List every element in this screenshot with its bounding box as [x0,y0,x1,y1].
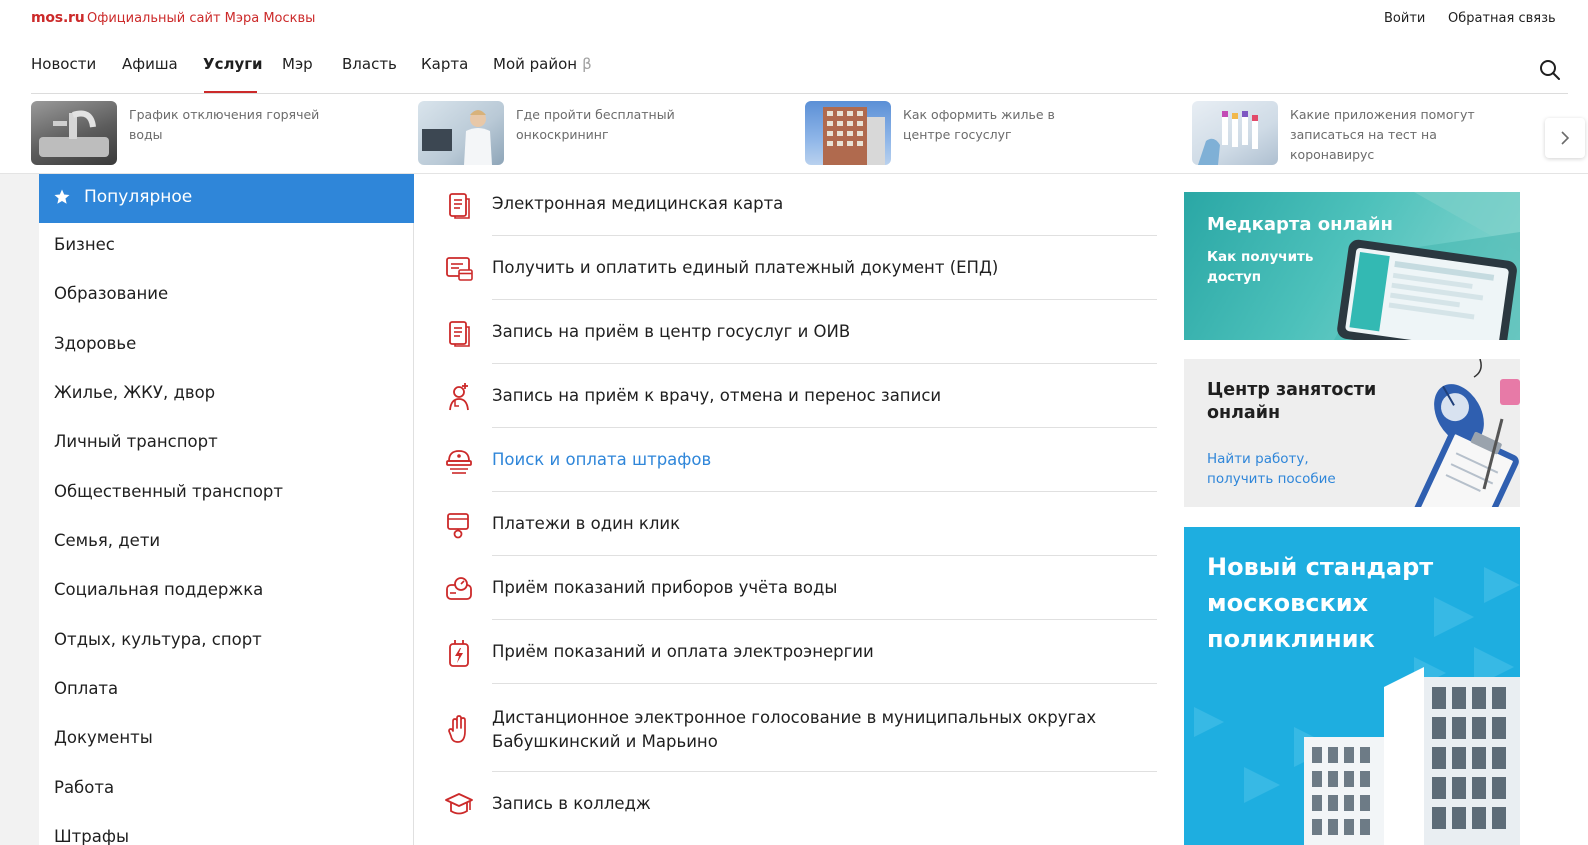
news-next-button[interactable] [1545,118,1585,158]
sidebar-item-work[interactable]: Работа [54,778,114,797]
service-label: Запись на приём в центр госуслуг и ОИВ [492,322,851,341]
nav-services[interactable]: Услуги [203,55,263,73]
sidebar-item-personal-transport[interactable]: Личный транспорт [54,432,218,451]
sidebar-item-leisure[interactable]: Отдых, культура, спорт [54,630,262,649]
sidebar-item-housing[interactable]: Жилье, ЖКУ, двор [54,383,215,402]
service-label: Запись в колледж [492,794,651,813]
services-list: Электронная медицинская карта Получить и… [414,174,1188,845]
news-card[interactable]: Как оформить жилье в центре госуслуг [805,101,1175,165]
electricity-icon [449,640,469,667]
news-card[interactable]: График отключения горячей воды [31,101,401,165]
divider [492,771,1157,772]
page: mos.ru Официальный сайт Мэра Москвы Войт… [0,0,1588,845]
building-photo [805,101,891,165]
login-link[interactable]: Войти [1384,11,1425,26]
jobs-banner[interactable]: Центр занятости онлайн Найти работу, пол… [1184,359,1520,507]
test-tubes-photo [1192,101,1278,165]
beta-badge: β [582,55,592,73]
nav-my-district-label: Мой район [493,55,578,73]
divider [492,363,1157,364]
water-meter-icon [446,577,472,600]
clinic-banner[interactable]: Новый стандарт московских поликлиник [1184,527,1520,845]
banner-title: Медкарта онлайн [1207,214,1393,235]
service-label: Электронная медицинская карта [492,194,784,213]
document-icon [449,193,470,219]
nav-map[interactable]: Карта [421,55,468,73]
banner-title: Центр занятости онлайн [1207,380,1377,423]
doctor-photo [418,101,504,165]
service-label: Дистанционное электронное голосование в … [492,708,1097,727]
news-title: Где пройти бесплатный онкоскрининг [516,107,675,142]
site-subtitle[interactable]: Официальный сайт Мэра Москвы [87,11,315,26]
divider [492,427,1157,428]
banner-title: Новый стандарт московских поликлиник [1207,553,1434,653]
service-item[interactable]: Электронная медицинская карта [414,188,1188,238]
service-item[interactable]: Платежи в один клик [414,508,1188,558]
divider [492,619,1157,620]
site-logo[interactable]: mos.ru [31,10,85,26]
news-title: Как оформить жилье в центре госуслуг [903,107,1055,142]
medcard-banner[interactable]: Медкарта онлайн Как получить доступ [1184,192,1520,340]
feedback-link[interactable]: Обратная связь [1448,11,1556,26]
sidebar-item-documents[interactable]: Документы [54,728,153,747]
service-label: Приём показаний и оплата электроэнергии [492,642,874,661]
service-label: Запись на приём к врачу, отмена и перено… [492,386,942,405]
service-label: Приём показаний приборов учёта воды [492,578,838,597]
sidebar-item-social-support[interactable]: Социальная поддержка [54,580,263,599]
service-item[interactable]: Запись в колледж [414,788,1188,838]
service-item[interactable]: Поиск и оплата штрафов [414,444,1188,494]
banner-subtitle: Как получить доступ [1207,249,1314,285]
service-label-line2: Бабушкинский и Марьино [492,732,718,751]
divider [492,491,1157,492]
service-item[interactable]: Запись на приём в центр госуслуг и ОИВ [414,316,1188,366]
card-click-icon [447,513,469,539]
sidebar-item-family[interactable]: Семья, дети [54,531,160,550]
star-icon [54,189,70,204]
sidebar-item-education[interactable]: Образование [54,284,168,303]
nav-news[interactable]: Новости [31,55,96,73]
service-item[interactable]: Дистанционное электронное голосование в … [414,702,1188,766]
doctor-icon [449,383,469,411]
sidebar-item-health[interactable]: Здоровье [54,334,136,353]
sidebar-item-label: Популярное [84,187,193,207]
service-label: Платежи в один клик [492,514,681,533]
nav-afisha[interactable]: Афиша [122,55,178,73]
banner-link: Найти работу, получить пособие [1207,451,1336,487]
sidebar-item-public-transport[interactable]: Общественный транспорт [54,482,283,501]
divider [492,683,1157,684]
service-item[interactable]: Запись на приём к врачу, отмена и перено… [414,380,1188,430]
police-cap-icon [446,450,472,474]
service-item[interactable]: Приём показаний и оплата электроэнергии [414,636,1188,686]
main-nav: Новости Афиша Услуги Мэр Власть Карта Мо… [0,38,1588,94]
sidebar-item-fines[interactable]: Штрафы [54,827,129,845]
service-item[interactable]: Получить и оплатить единый платежный док… [414,252,1188,302]
nav-my-district[interactable]: Мой район β [493,55,592,73]
news-strip: График отключения горячей воды Где пройт… [0,94,1588,174]
service-label: Поиск и оплата штрафов [492,450,712,469]
news-card[interactable]: Какие приложения помогут записаться на т… [1192,101,1532,165]
sidebar-item-popular[interactable]: Популярное [39,174,414,223]
search-icon[interactable] [1538,58,1562,82]
faucet-photo [31,101,117,165]
category-sidebar: Популярное Бизнес Образование Здоровье Ж… [39,174,414,845]
divider [492,235,1157,236]
top-bar: mos.ru Официальный сайт Мэра Москвы Войт… [0,0,1588,38]
service-item[interactable]: Приём показаний приборов учёта воды [414,572,1188,622]
divider [492,555,1157,556]
graduation-cap-icon [445,793,473,815]
news-title: График отключения горячей воды [129,107,320,142]
news-title: Какие приложения помогут записаться на т… [1290,107,1475,162]
payment-document-icon [446,257,473,281]
divider [492,299,1157,300]
hand-icon [448,715,466,743]
chevron-right-icon [1561,131,1570,145]
service-label: Получить и оплатить единый платежный док… [492,258,999,277]
sidebar-item-payment[interactable]: Оплата [54,679,118,698]
sidebar-item-business[interactable]: Бизнес [54,235,115,254]
document-icon [449,321,470,347]
nav-mayor[interactable]: Мэр [282,55,313,73]
news-card[interactable]: Где пройти бесплатный онкоскрининг [418,101,788,165]
nav-government[interactable]: Власть [342,55,397,73]
